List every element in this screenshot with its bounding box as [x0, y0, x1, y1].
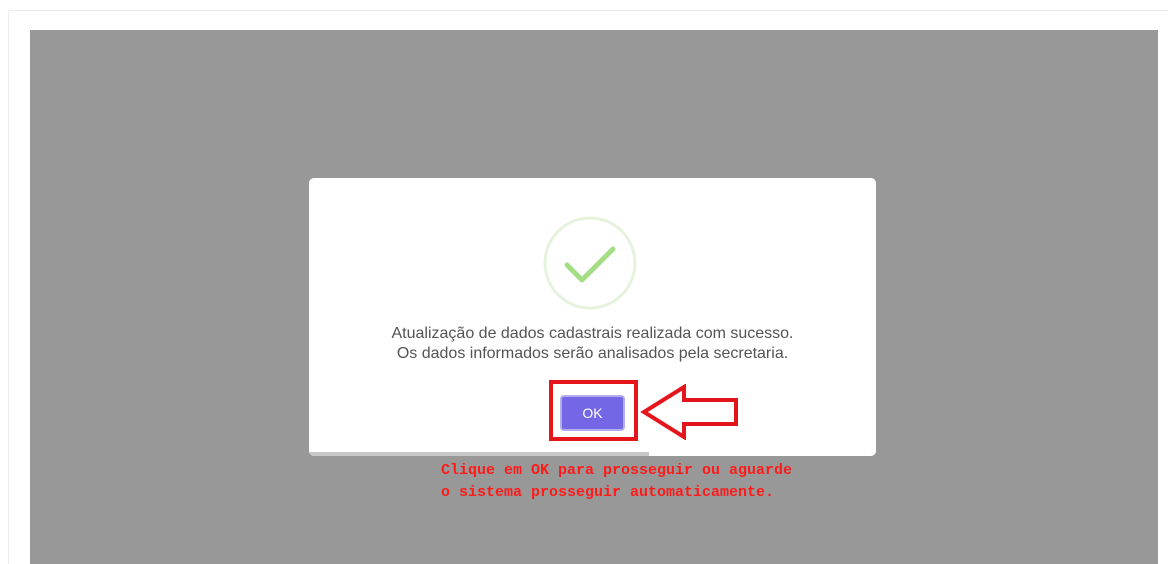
- page-border-left: [8, 10, 9, 564]
- left-arrow-icon: [640, 384, 738, 440]
- dialog-message: Atualização de dados cadastrais realizad…: [309, 324, 876, 364]
- page: Atualização de dados cadastrais realizad…: [0, 0, 1174, 564]
- dialog-message-line-1: Atualização de dados cadastrais realizad…: [391, 325, 794, 342]
- instruction-annotation: Clique em OK para prosseguir ou aguarde …: [441, 460, 792, 504]
- dialog-message-line-2: Os dados informados serão analisados pel…: [396, 345, 789, 362]
- auto-close-timer-fill: [309, 452, 650, 456]
- instruction-line-2: o sistema prosseguir automaticamente.: [441, 484, 775, 501]
- page-border-top: [8, 10, 1168, 11]
- success-check-icon: [543, 216, 637, 310]
- red-highlight-box: [549, 380, 638, 441]
- auto-close-timer-bar: [309, 452, 876, 456]
- instruction-line-1: Clique em OK para prosseguir ou aguarde: [441, 462, 793, 479]
